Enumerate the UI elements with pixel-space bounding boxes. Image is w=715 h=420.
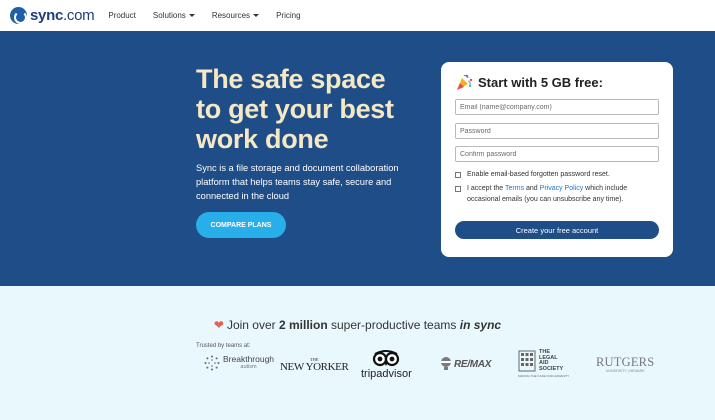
create-account-button[interactable]: Create your free account <box>455 221 659 239</box>
sync-logo[interactable]: sync.com <box>10 7 95 24</box>
balloon-icon <box>441 357 451 370</box>
nav-item-pricing[interactable]: Pricing <box>276 11 300 20</box>
breakthrough-logo: Breakthrough autism <box>204 355 274 371</box>
rutgers-logo: RUTGERS UNIVERSITY | NEWARK <box>596 355 655 374</box>
party-popper-icon <box>457 74 473 90</box>
top-nav: sync.com Product Solutions Resources Pri… <box>0 0 715 31</box>
owl-icon <box>373 350 400 367</box>
dot-burst-icon <box>204 355 220 371</box>
social-proof-section: ❤ Join over 2 million super-productive te… <box>0 286 715 420</box>
customer-logos: Breakthrough autism THE NEW YORKER tripa… <box>196 349 666 394</box>
terms-label: I accept the Terms and Privacy Policy wh… <box>467 185 628 203</box>
heart-icon: ❤ <box>213 318 224 332</box>
signup-card: Start with 5 GB free: Enable email-based… <box>441 62 673 257</box>
hero-headline: The safe space to get your best work don… <box>196 64 394 154</box>
privacy-policy-link[interactable]: Privacy Policy <box>540 185 584 192</box>
sync-logo-text: sync.com <box>30 7 95 24</box>
remax-logo: RE/MAX <box>440 357 491 371</box>
legal-aid-society-logo: THE LEGAL AID SOCIETY MAKING THE CASE FO… <box>518 349 570 378</box>
caret-down-icon <box>188 14 195 17</box>
terms-option: I accept the Terms and Privacy Policy wh… <box>455 184 655 205</box>
reset-label: Enable email-based forgotten password re… <box>467 171 610 178</box>
nav-item-solutions[interactable]: Solutions <box>153 11 195 20</box>
caret-down-icon <box>253 14 260 17</box>
password-field[interactable] <box>455 123 659 139</box>
email-field[interactable] <box>455 99 659 115</box>
tripadvisor-logo: tripadvisor <box>361 349 412 380</box>
sync-logo-icon <box>10 7 27 24</box>
reset-option: Enable email-based forgotten password re… <box>455 170 610 181</box>
new-yorker-logo: THE NEW YORKER <box>280 357 349 373</box>
compare-plans-button[interactable]: COMPARE PLANS <box>196 212 286 238</box>
signup-title: Start with 5 GB free: <box>455 73 603 91</box>
nav-menu: Product Solutions Resources Pricing <box>108 11 317 20</box>
join-banner: ❤ Join over 2 million super-productive te… <box>213 318 502 332</box>
building-icon <box>518 350 536 372</box>
confirm-password-field[interactable] <box>455 146 659 162</box>
terms-checkbox[interactable] <box>455 186 461 192</box>
hero-section: The safe space to get your best work don… <box>0 31 715 286</box>
nav-item-product[interactable]: Product <box>108 11 136 20</box>
nav-item-resources[interactable]: Resources <box>212 11 260 20</box>
reset-checkbox[interactable] <box>455 172 461 178</box>
terms-link[interactable]: Terms <box>505 185 524 192</box>
hero-description: Sync is a file storage and document coll… <box>196 163 399 201</box>
